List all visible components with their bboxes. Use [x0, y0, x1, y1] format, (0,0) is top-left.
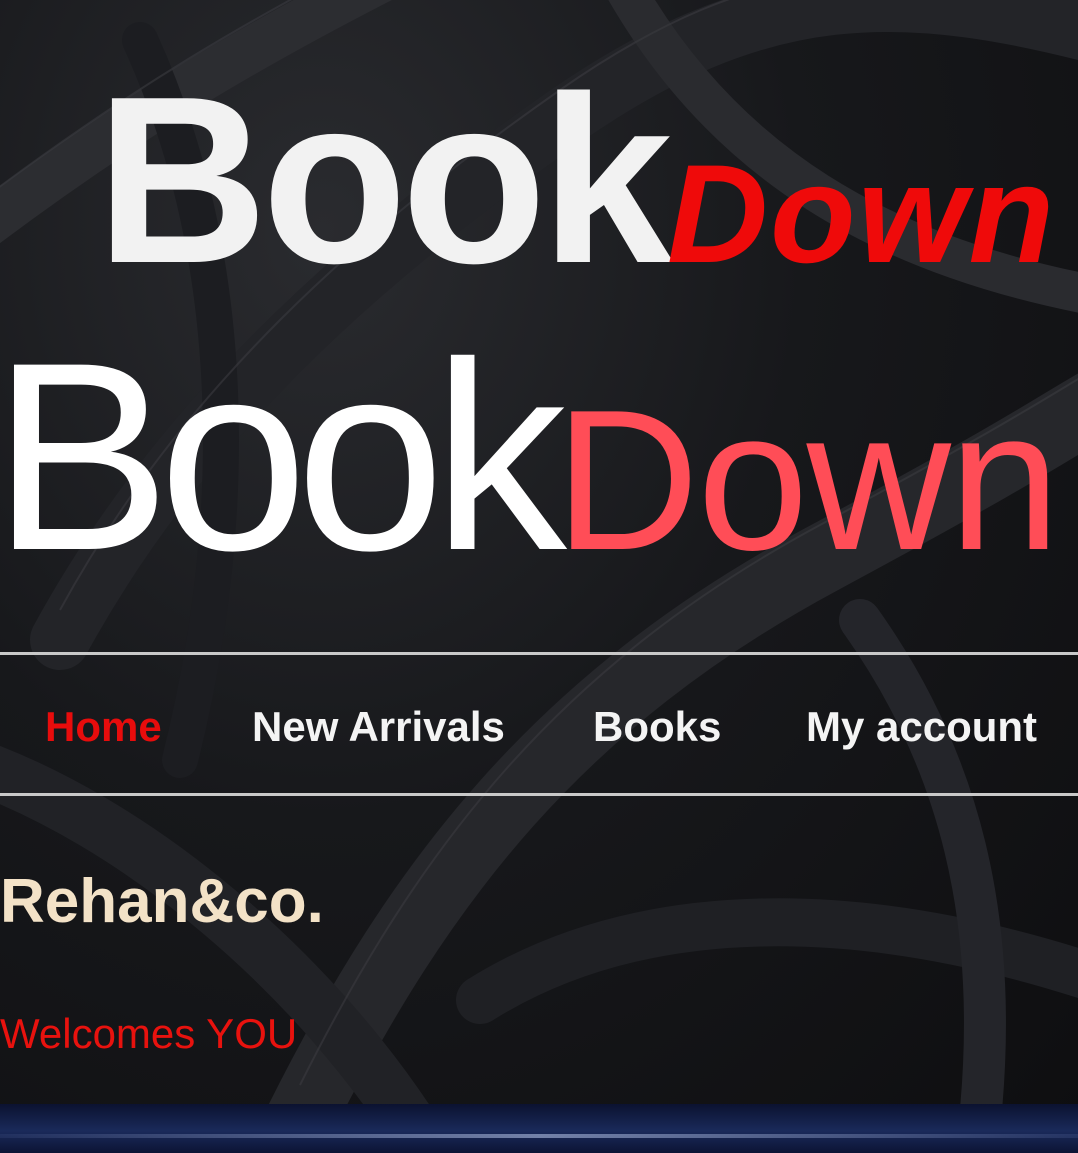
- logo-secondary: BookDown: [0, 322, 1060, 592]
- logo-primary-down: Down: [667, 135, 1057, 292]
- welcome-text: Welcomes YOU: [0, 1010, 298, 1057]
- nav-my-account[interactable]: My account: [806, 703, 1037, 751]
- logo-primary-book: Book: [96, 48, 673, 313]
- logo-primary: BookDown: [96, 62, 1056, 300]
- banner-glow: [0, 1134, 1078, 1138]
- nav-home[interactable]: Home: [45, 703, 162, 751]
- nav-books[interactable]: Books: [593, 703, 721, 751]
- nav-new-arrivals[interactable]: New Arrivals: [252, 703, 505, 751]
- logo-secondary-book: Book: [0, 306, 567, 606]
- page: BookDown BookDown Home New Arrivals Book…: [0, 0, 1078, 1153]
- main-nav: Home New Arrivals Books My account: [0, 652, 1078, 796]
- brand-name: Rehan&co.: [0, 867, 324, 936]
- logo-secondary-down: Down: [554, 369, 1060, 592]
- bottom-banner: [0, 1104, 1078, 1153]
